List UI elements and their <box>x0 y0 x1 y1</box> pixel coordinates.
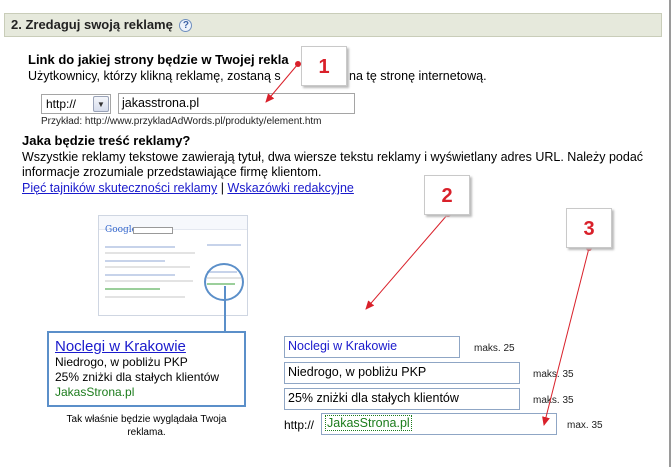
preview-url: JakasStrona.pl <box>55 385 135 399</box>
result-line <box>105 252 195 254</box>
content-question-title: Jaka będzie treść reklamy? <box>22 133 191 148</box>
result-line <box>105 274 175 276</box>
section-title: 2. Zredaguj swoją reklamę <box>11 17 173 32</box>
link-separator: | <box>220 181 224 195</box>
side-ad-line <box>207 244 241 246</box>
result-line <box>105 280 193 282</box>
result-line <box>105 296 185 298</box>
link-question-title: Link do jakiej strony będzie w Twojej re… <box>28 52 289 67</box>
protocol-select[interactable]: http:// ▼ <box>41 94 111 114</box>
description-line1-input[interactable]: Niedrogo, w pobliżu PKP <box>284 362 520 384</box>
thumbnail-search-box <box>133 227 173 234</box>
tips-link[interactable]: Pięć tajników skuteczności reklamy <box>22 181 217 195</box>
headline-limit: maks. 25 <box>474 343 515 354</box>
preview-caption: Tak właśnie będzie wyglądała Twoja rekla… <box>66 414 227 438</box>
protocol-value: http:// <box>46 97 77 111</box>
description-line2-input[interactable]: 25% zniżki dla stałych klientów <box>284 388 520 410</box>
help-icon[interactable]: ? <box>179 19 193 32</box>
chevron-down-icon[interactable]: ▼ <box>93 96 109 112</box>
link-question-desc-start: Użytkownicy, którzy klikną reklamę, zost… <box>28 69 281 83</box>
section-header: 2. Zredaguj swoją reklamę ? <box>4 13 662 37</box>
preview-connector <box>224 286 226 331</box>
callout-1: 1 <box>301 46 347 86</box>
preview-line1: Niedrogo, w pobliżu PKP <box>55 355 188 369</box>
destination-url-input[interactable]: jakasstrona.pl <box>118 93 355 114</box>
callout-3: 3 <box>566 208 612 248</box>
display-url-value: JakasStrona.pl <box>325 415 412 431</box>
preview-line2: 25% zniżki dla stałych klientów <box>55 370 220 384</box>
result-line <box>105 246 175 248</box>
ad-preview: Noclegi w Krakowie Niedrogo, w pobliżu P… <box>47 331 246 407</box>
callout-2: 2 <box>424 175 470 215</box>
result-line <box>105 266 190 268</box>
display-url-limit: max. 35 <box>567 420 603 431</box>
editorial-guidelines-link[interactable]: Wskazówki redakcyjne <box>227 181 353 195</box>
result-line <box>105 288 160 290</box>
preview-title: Noclegi w Krakowie <box>55 338 186 355</box>
content-question-desc: Wszystkie reklamy tekstowe zawierają tyt… <box>22 150 644 179</box>
link-question-desc-end: na tę stronę internetową. <box>349 69 487 83</box>
headline-input[interactable]: Noclegi w Krakowie <box>284 336 460 358</box>
line2-limit: maks. 35 <box>533 395 574 406</box>
url-example: Przykład: http://www.przykladAdWords.pl/… <box>41 116 322 127</box>
help-links: Pięć tajników skuteczności reklamy | Wsk… <box>22 181 354 195</box>
display-url-input[interactable]: JakasStrona.pl <box>321 413 557 435</box>
display-url-prefix: http:// <box>284 418 315 432</box>
result-line <box>105 260 165 262</box>
line1-limit: maks. 35 <box>533 369 574 380</box>
